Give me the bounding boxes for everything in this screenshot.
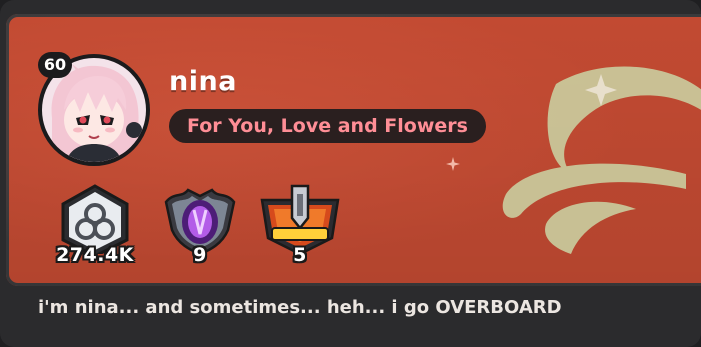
badge-team-emblem[interactable]: 5 — [252, 184, 348, 274]
badge-count: 9 — [193, 244, 207, 266]
profile-bio: i'm nina... and sometimes... heh... i go… — [38, 297, 562, 318]
level-badge: 60 — [38, 52, 72, 78]
profile-title-pill: For You, Love and Flowers — [169, 109, 486, 143]
badge-rank-crest[interactable]: 9 — [152, 184, 248, 274]
profile-card-frame: 60 nina For You, Love and Flowers 274.4K — [0, 0, 701, 347]
background-art-emblem — [502, 66, 701, 254]
badge-achievement-points[interactable]: 274.4K — [47, 184, 143, 274]
small-sparkle-icon — [446, 157, 460, 171]
avatar-container[interactable]: 60 — [38, 52, 150, 166]
badge-count: 5 — [293, 244, 307, 266]
profile-banner: 60 nina For You, Love and Flowers 274.4K — [6, 14, 701, 286]
username: nina — [169, 66, 237, 97]
badge-count: 274.4K — [56, 244, 134, 266]
